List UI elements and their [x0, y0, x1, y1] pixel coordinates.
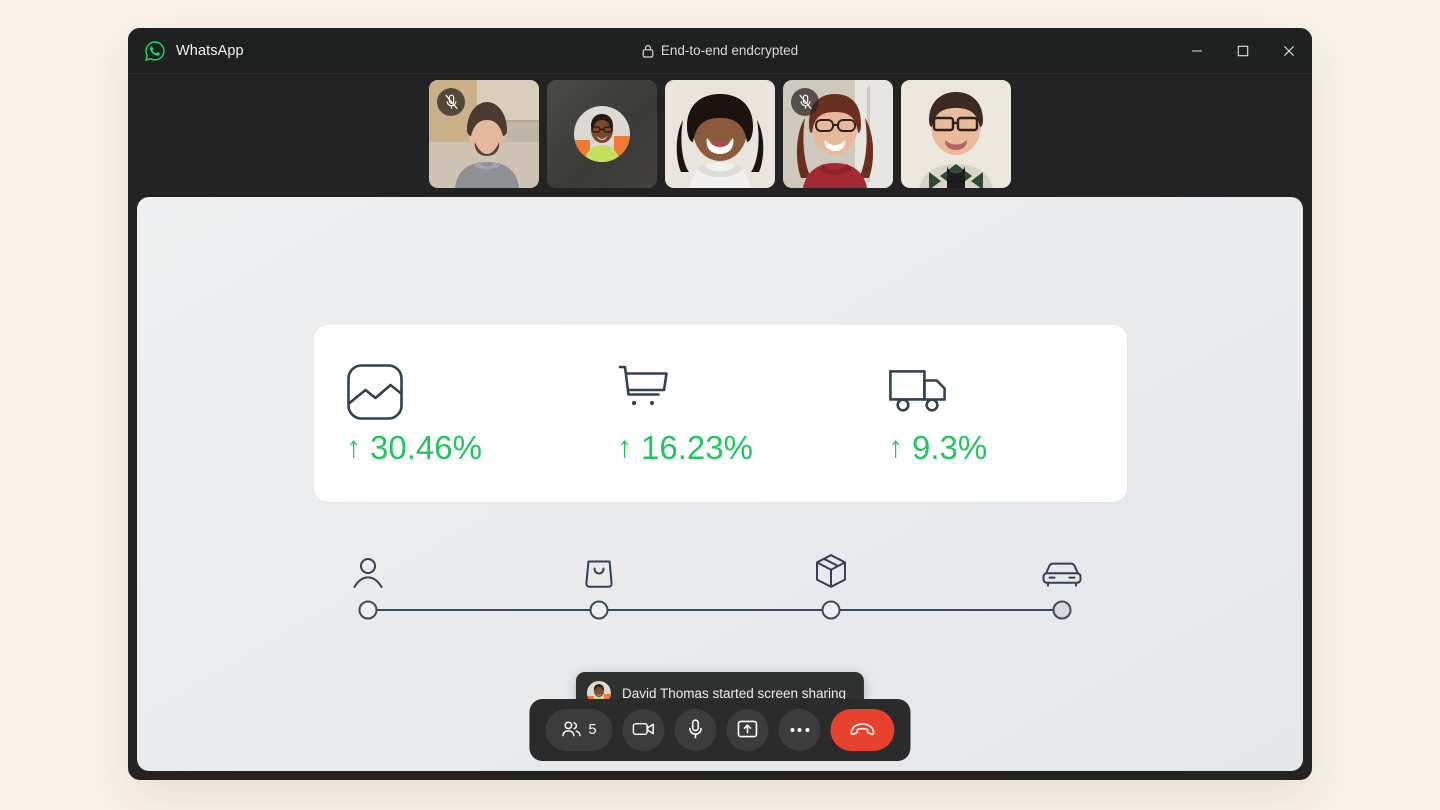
delivery-truck-icon — [888, 363, 952, 421]
funnel-rail — [358, 594, 1073, 626]
metrics-card: ↑ 30.46% ↑ 16.23% ↑ 9.3% — [314, 325, 1127, 502]
shared-screen-stage: ↑ 30.46% ↑ 16.23% ↑ 9.3% David Thomas st… — [137, 197, 1303, 771]
mic-off-icon — [437, 87, 465, 116]
metric-value-group: ↑ 30.46% — [346, 431, 482, 464]
app-title: WhatsApp — [176, 42, 244, 59]
funnel-node-4[interactable] — [1052, 600, 1072, 620]
participant-tile[interactable] — [429, 79, 539, 188]
metric-conversion: ↑ 30.46% — [314, 325, 585, 502]
more-options-button[interactable] — [778, 709, 821, 751]
video-camera-icon — [632, 721, 655, 740]
participant-tile[interactable] — [783, 79, 893, 188]
participant-tile[interactable] — [547, 79, 657, 188]
funnel-node-3[interactable] — [821, 600, 841, 620]
window-controls — [1174, 28, 1312, 74]
encryption-status: End-to-end endcrypted — [128, 43, 1312, 58]
microphone-icon — [688, 718, 704, 742]
camera-button[interactable] — [622, 709, 665, 751]
minimize-button[interactable] — [1174, 28, 1220, 74]
mic-off-icon — [791, 87, 819, 116]
maximize-button[interactable] — [1220, 28, 1266, 74]
trend-up-arrow-icon: ↑ — [888, 430, 903, 464]
shopping-bag-icon — [584, 557, 614, 594]
end-call-button[interactable] — [830, 709, 895, 751]
metric-value: 9.3% — [912, 429, 988, 466]
call-controls-bar: 5 — [529, 699, 911, 761]
whatsapp-logo-icon — [144, 40, 166, 62]
whatsapp-window: WhatsApp End-to-end endcrypted ↑ 30.46% … — [128, 28, 1312, 780]
participant-video — [901, 79, 1011, 188]
close-button[interactable] — [1266, 28, 1312, 74]
participant-tile[interactable] — [665, 79, 775, 188]
encryption-label: End-to-end endcrypted — [660, 43, 799, 58]
metric-value: 16.23% — [641, 429, 753, 466]
share-screen-button[interactable] — [726, 709, 769, 751]
more-options-icon — [790, 728, 810, 732]
metric-value: 30.46% — [370, 429, 482, 466]
car-icon — [1042, 561, 1082, 594]
end-call-icon — [850, 722, 876, 739]
metric-value-group: ↑ 16.23% — [617, 431, 753, 464]
image-chart-icon — [346, 363, 404, 421]
participant-tile[interactable] — [901, 79, 1011, 188]
funnel-icons — [353, 542, 1082, 594]
participants-button[interactable]: 5 — [545, 709, 613, 751]
share-screen-icon — [737, 720, 758, 741]
avatar — [574, 105, 630, 162]
shopping-cart-icon — [617, 363, 675, 421]
participant-strip — [128, 74, 1312, 193]
people-icon — [561, 720, 581, 741]
metric-cart: ↑ 16.23% — [585, 325, 856, 502]
microphone-button[interactable] — [674, 709, 717, 751]
package-box-icon — [814, 553, 848, 594]
metric-value-group: ↑ 9.3% — [888, 431, 987, 464]
trend-up-arrow-icon: ↑ — [346, 430, 361, 464]
funnel-stepper — [353, 542, 1082, 637]
funnel-node-2[interactable] — [589, 600, 609, 620]
participant-video — [665, 79, 775, 188]
lock-icon — [642, 44, 654, 58]
app-brand: WhatsApp — [128, 40, 244, 62]
metric-delivery: ↑ 9.3% — [856, 325, 1127, 502]
trend-up-arrow-icon: ↑ — [617, 430, 632, 464]
participants-count: 5 — [588, 722, 597, 738]
person-icon — [353, 557, 383, 594]
funnel-node-1[interactable] — [358, 600, 378, 620]
rail-line — [368, 609, 1064, 611]
title-bar: WhatsApp End-to-end endcrypted — [128, 28, 1312, 74]
